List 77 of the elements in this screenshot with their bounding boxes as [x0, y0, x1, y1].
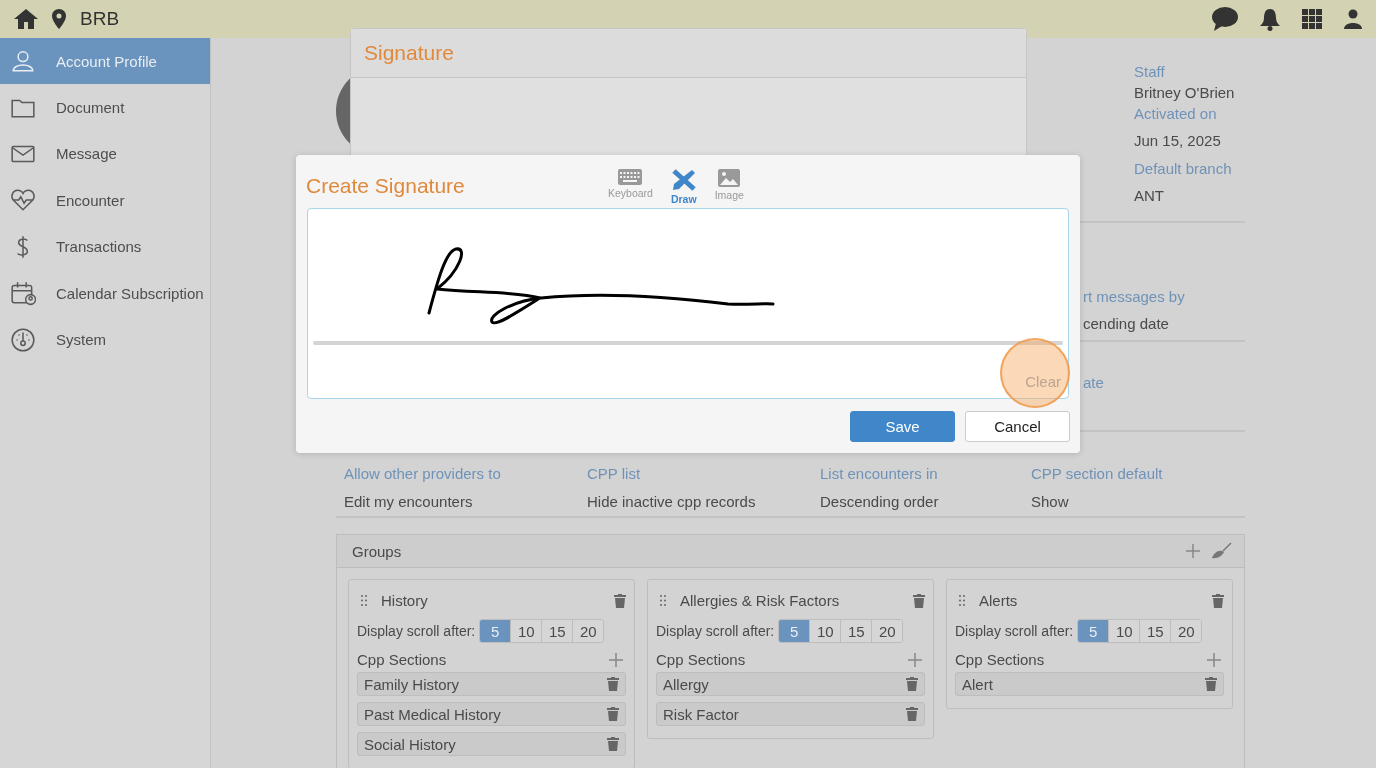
field-value: Jun 15, 2025	[1134, 131, 1222, 151]
branch-name: BRB	[80, 8, 120, 30]
section-item[interactable]: Past Medical History	[357, 702, 626, 726]
panel-title: Groups	[352, 542, 402, 560]
apps-grid-icon[interactable]	[1302, 9, 1322, 29]
drag-handle-icon[interactable]	[660, 595, 666, 606]
sections-label: Cpp Sections	[955, 651, 1045, 668]
scroll-option[interactable]: 20	[871, 620, 903, 642]
setting-value: Show	[1031, 493, 1070, 510]
section-item[interactable]: Allergy	[656, 672, 925, 696]
setting-label: CPP list	[587, 465, 642, 482]
trash-icon[interactable]	[607, 677, 619, 691]
user-icon[interactable]	[1344, 9, 1362, 29]
group-title: Allergies & Risk Factors	[680, 592, 840, 609]
plus-icon[interactable]	[609, 652, 623, 667]
section-item[interactable]: Family History	[357, 672, 626, 696]
mode-tab[interactable]: Draw	[670, 169, 697, 205]
setting-label: Allow other providers to	[344, 465, 502, 482]
panel-title: Signature	[364, 41, 454, 65]
field-label: Default branch	[1134, 159, 1233, 179]
save-button[interactable]: Save	[850, 411, 955, 442]
setting-label: List encounters in	[820, 465, 939, 482]
setting-label: ate	[1083, 374, 1105, 391]
scroll-option[interactable]: 20	[1170, 620, 1202, 642]
drag-handle-icon[interactable]	[959, 595, 965, 606]
plus-icon[interactable]	[1186, 544, 1200, 558]
trash-icon[interactable]	[607, 707, 619, 721]
plus-icon[interactable]	[908, 652, 922, 667]
drag-handle-icon[interactable]	[361, 595, 367, 606]
sidebar-icon	[10, 280, 36, 307]
field-label: Staff	[1134, 62, 1166, 82]
sidebar-icon	[10, 48, 36, 75]
trash-icon[interactable]	[607, 737, 619, 751]
trash-icon[interactable]	[906, 707, 918, 721]
sections-label: Cpp Sections	[357, 651, 447, 668]
field-value: Britney O'Brien	[1134, 83, 1236, 103]
setting-label: CPP section default	[1031, 465, 1164, 482]
broom-icon[interactable]	[1212, 542, 1232, 560]
section-item[interactable]: Social History	[357, 732, 626, 756]
scroll-label: Display scroll after:	[357, 623, 476, 639]
sections-label: Cpp Sections	[656, 651, 746, 668]
group-title: Alerts	[979, 592, 1018, 609]
trash-icon[interactable]	[1205, 677, 1217, 691]
field-label: Activated on	[1134, 104, 1218, 124]
scroll-option[interactable]: 20	[572, 620, 604, 642]
sidebar-item[interactable]: Transactions	[0, 223, 210, 270]
setting-value: cending date	[1083, 315, 1170, 332]
sidebar-item[interactable]: System	[0, 316, 210, 363]
dialog-title: Create Signature	[306, 174, 465, 198]
setting-value: Edit my encounters	[344, 493, 474, 510]
field-value: ANT	[1134, 186, 1165, 206]
cancel-button[interactable]: Cancel	[965, 411, 1070, 442]
sidebar-item[interactable]: Calendar Subscription	[0, 269, 210, 317]
trash-icon[interactable]	[1212, 593, 1224, 608]
sidebar-item[interactable]: Document	[0, 84, 210, 131]
trash-icon[interactable]	[614, 593, 626, 608]
home-icon[interactable]	[14, 9, 38, 29]
section-item[interactable]: Risk Factor	[656, 702, 925, 726]
setting-label: rt messages by	[1083, 288, 1186, 305]
scroll-label: Display scroll after:	[955, 623, 1074, 639]
setting-value: Descending order	[820, 493, 940, 510]
click-highlight	[1000, 338, 1070, 408]
section-item[interactable]: Alert	[955, 672, 1224, 696]
plus-icon[interactable]	[1207, 652, 1221, 667]
trash-icon[interactable]	[913, 593, 925, 608]
scroll-label: Display scroll after:	[656, 623, 775, 639]
image-icon	[718, 169, 741, 187]
trash-icon[interactable]	[906, 677, 918, 691]
group-title: History	[381, 592, 428, 609]
sidebar-icon	[10, 326, 36, 353]
location-pin-icon[interactable]	[52, 9, 66, 29]
setting-value: Hide inactive cpp records	[587, 493, 757, 510]
bell-icon[interactable]	[1260, 7, 1280, 31]
sidebar-item[interactable]: Message	[0, 130, 210, 178]
chat-icon[interactable]	[1212, 7, 1238, 31]
sidebar-item[interactable]: Encounter	[0, 177, 210, 224]
keyboard-icon	[618, 169, 643, 185]
